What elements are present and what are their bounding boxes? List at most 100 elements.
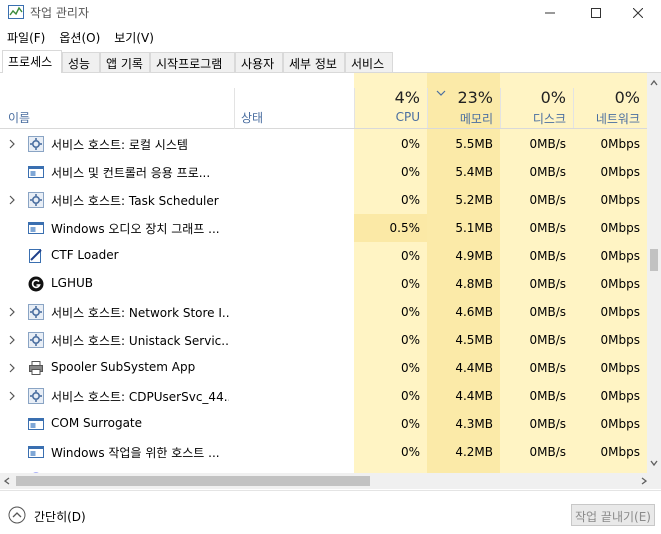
process-table: 이름 상태 4% CPU 23% 메모리 0% 디스크 0% 네트워크 서비스 … xyxy=(0,73,661,473)
table-row[interactable]: 서비스 호스트: Task Scheduler 0% 5.2MB 0MB/s 0Mbps xyxy=(0,186,647,214)
pen-icon xyxy=(28,248,44,264)
network-value: 0Mbps xyxy=(600,417,640,431)
disk-value: 0MB/s xyxy=(500,466,573,473)
column-header-name[interactable]: 이름 xyxy=(8,109,30,126)
network-value: 0Mbps xyxy=(600,305,640,319)
cpu-value: 0% xyxy=(400,249,420,263)
memory-value: 4.2MB xyxy=(455,445,493,459)
tab-processes[interactable]: 프로세스 xyxy=(2,50,62,73)
memory-value: 5.4MB xyxy=(455,165,493,179)
cpu-value: 0% xyxy=(400,305,420,319)
network-value: 0Mbps xyxy=(600,361,640,375)
table-row[interactable]: Spooler SubSystem App 0% 4.4MB 0MB/s 0Mbps xyxy=(0,354,647,382)
table-row[interactable]: COM Surrogate 0% 4.3MB 0MB/s 0Mbps xyxy=(0,410,647,438)
scroll-up-icon[interactable] xyxy=(650,79,658,87)
network-value: 0Mbps xyxy=(600,389,640,403)
table-row[interactable]: 서비스 및 컨트롤러 응용 프로... 0% 5.4MB 0MB/s 0Mbps xyxy=(0,158,647,186)
network-value: 0Mbps xyxy=(573,466,647,473)
scroll-right-icon[interactable] xyxy=(641,477,647,485)
table-row[interactable]: 서비스 호스트: 로컬 시스템 0% 5.5MB 0MB/s 0Mbps xyxy=(0,130,647,158)
process-name: CTF Loader xyxy=(51,248,119,262)
memory-label: 메모리 xyxy=(459,112,493,126)
memory-value: 4.4MB xyxy=(455,361,493,375)
network-value: 0Mbps xyxy=(600,277,640,291)
scroll-left-icon[interactable] xyxy=(4,477,10,485)
disk-value: 0MB/s xyxy=(529,361,566,375)
window-title: 작업 관리자 xyxy=(30,6,90,20)
table-header: 이름 상태 4% CPU 23% 메모리 0% 디스크 0% 네트워크 xyxy=(0,73,647,129)
cpu-value: 0% xyxy=(400,389,420,403)
tab-details[interactable]: 세부 정보 xyxy=(283,52,345,72)
table-row[interactable]: Windows 작업을 위한 호스트 ... 0% 4.2MB 0MB/s 0Mbps xyxy=(0,438,647,466)
disk-value: 0MB/s xyxy=(529,305,566,319)
maximize-button[interactable] xyxy=(573,0,619,26)
window-icon xyxy=(28,416,44,432)
menu-view[interactable]: 보기(V) xyxy=(107,27,161,47)
menu-options[interactable]: 옵션(O) xyxy=(52,27,107,47)
table-row[interactable]: CTF Loader 0% 4.9MB 0MB/s 0Mbps xyxy=(0,242,647,270)
tab-users[interactable]: 사용자 xyxy=(235,52,283,72)
disk-value: 0MB/s xyxy=(529,389,566,403)
expand-chevron-icon[interactable] xyxy=(8,306,16,317)
fewer-details-link[interactable]: 간단히(D) xyxy=(34,508,86,525)
network-value: 0Mbps xyxy=(600,165,640,179)
collapse-up-icon[interactable] xyxy=(8,506,26,524)
printer-icon xyxy=(28,360,44,376)
disk-value: 0MB/s xyxy=(529,249,566,263)
process-list: 서비스 호스트: 로컬 시스템 0% 5.5MB 0MB/s 0Mbps 서비스 및 컨트… xyxy=(0,130,647,473)
gear-icon xyxy=(28,192,44,208)
disk-value: 0MB/s xyxy=(529,165,566,179)
cpu-value: 0% xyxy=(400,333,420,347)
tab-performance[interactable]: 성능 xyxy=(62,52,100,72)
expand-chevron-icon[interactable] xyxy=(8,390,16,401)
memory-value: 4.9MB xyxy=(455,249,493,263)
expand-chevron-icon[interactable] xyxy=(8,138,16,149)
tab-app-history[interactable]: 앱 기록 xyxy=(100,52,150,72)
network-value: 0Mbps xyxy=(600,221,640,235)
close-icon xyxy=(633,8,643,18)
scroll-down-icon[interactable] xyxy=(650,459,658,467)
table-row[interactable]: LGHUB 0% 4.8MB 0MB/s 0Mbps xyxy=(0,270,647,298)
tab-services[interactable]: 서비스 xyxy=(345,52,393,72)
disk-value: 0MB/s xyxy=(529,445,566,459)
expand-chevron-icon[interactable] xyxy=(8,334,16,345)
column-header-disk[interactable]: 0% 디스크 xyxy=(500,88,573,128)
memory-value: 4.5MB xyxy=(455,333,493,347)
table-row[interactable]: Windows 오디오 장치 그래프 ... 0.5% 5.1MB 0MB/s 0Mbp… xyxy=(0,214,647,242)
network-label: 네트워크 xyxy=(595,112,640,126)
end-task-button[interactable]: 작업 끝내기(E) xyxy=(571,504,655,526)
cpu-value: 0% xyxy=(400,137,420,151)
horizontal-scroll-thumb[interactable] xyxy=(16,476,370,486)
table-row[interactable]: 서비스 호스트: Unistack Servic... 0% 4.5MB 0MB/s 0… xyxy=(0,326,647,354)
minimize-button[interactable] xyxy=(527,0,573,26)
network-value: 0Mbps xyxy=(600,137,640,151)
process-name: 서비스 및 컨트롤러 응용 프로... xyxy=(51,166,211,180)
tab-startup[interactable]: 시작프로그램 xyxy=(150,52,235,72)
cpu-label: CPU xyxy=(395,110,420,124)
vertical-scroll-thumb[interactable] xyxy=(650,249,658,271)
expand-chevron-icon[interactable] xyxy=(8,194,16,205)
network-value: 0Mbps xyxy=(600,333,640,347)
maximize-icon xyxy=(591,8,601,18)
window-icon xyxy=(28,164,44,180)
column-header-cpu[interactable]: 4% CPU xyxy=(354,88,427,128)
cpu-value: 0% xyxy=(354,466,427,473)
column-header-status[interactable]: 상태 xyxy=(241,109,263,126)
memory-value: 4.2MB xyxy=(427,466,500,473)
cpu-value: 0% xyxy=(400,165,420,179)
process-name: LGHUB xyxy=(51,276,94,290)
cpu-value: 0% xyxy=(400,277,420,291)
column-header-network[interactable]: 0% 네트워크 xyxy=(573,88,647,128)
horizontal-scrollbar[interactable] xyxy=(0,473,661,489)
close-button[interactable] xyxy=(615,0,661,26)
process-name: Windows 작업을 위한 호스트 ... xyxy=(51,446,220,460)
minimize-icon xyxy=(545,12,555,14)
vertical-scrollbar[interactable] xyxy=(647,73,661,473)
table-row[interactable]: 서비스 호스트: Network Store I... 0% 4.6MB 0MB/s 0… xyxy=(0,298,647,326)
process-name: Spooler SubSystem App xyxy=(51,360,196,374)
menu-file[interactable]: 파일(F) xyxy=(0,27,52,47)
memory-total: 23% xyxy=(457,88,493,107)
table-row[interactable]: Discord (32비트)0%4.2MB0MB/s0Mbps xyxy=(0,466,647,473)
expand-chevron-icon[interactable] xyxy=(8,362,16,373)
table-row[interactable]: 서비스 호스트: CDPUserSvc_44... 0% 4.4MB 0MB/s 0Mb… xyxy=(0,382,647,410)
